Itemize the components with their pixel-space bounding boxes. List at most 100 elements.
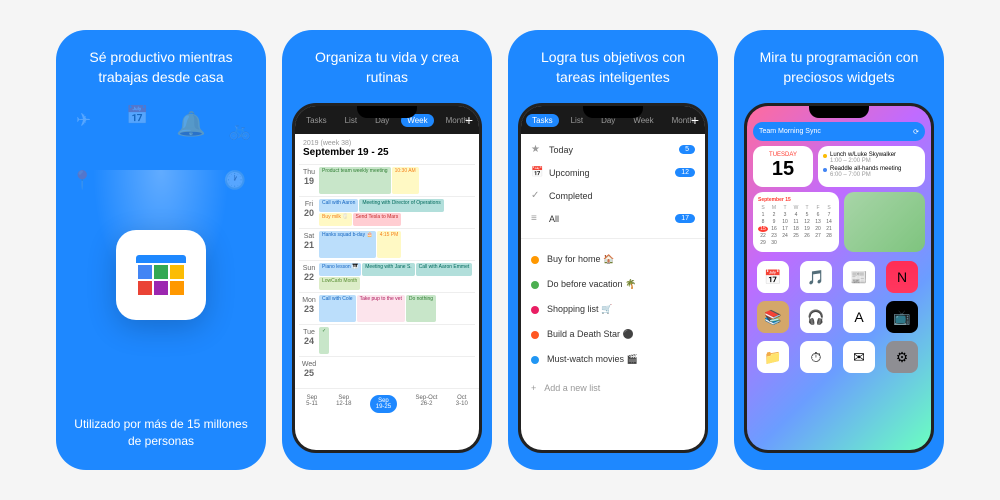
event[interactable]: Meeting with Jane S. — [362, 263, 414, 276]
week-option[interactable]: Oct3-10 — [456, 395, 468, 413]
smart-sections: ★Today5📅Upcoming12✓Completed≡All17 — [521, 134, 705, 234]
week-option[interactable]: Sep-Oct26-2 — [415, 395, 437, 413]
section-label: All — [549, 214, 559, 224]
day-row[interactable]: Wed25 — [299, 356, 475, 388]
clock-icon: 🕐 — [224, 170, 246, 191]
task-lists: Buy for home 🏠 Do before vacation 🌴 Shoppi… — [521, 243, 705, 376]
week-picker[interactable]: Sep5-11 Sep12-18 Sep19-25 Sep-Oct26-2 Oct3-1… — [295, 388, 479, 419]
promo-title: Sé productivo mientras trabajas desde ca… — [56, 30, 266, 99]
list-item[interactable]: Do before vacation 🌴 — [521, 272, 705, 297]
color-dot — [531, 281, 539, 289]
color-dot — [531, 356, 539, 364]
event-widget[interactable]: Team Morning Sync ⟳ — [753, 122, 925, 141]
app-tile[interactable]: ⚙ — [886, 341, 918, 373]
event[interactable]: Take pup to the vet — [357, 295, 405, 322]
add-button[interactable]: + — [465, 112, 473, 128]
calendar-card: Organiza tu vida y crea rutinas Tasks Li… — [282, 30, 492, 470]
event-dot — [823, 168, 827, 172]
widget-event: Readdle all-hands meeting6:00 – 7:00 PM — [823, 165, 920, 179]
event[interactable]: Hanks squad b-day 🎂 — [319, 231, 376, 258]
day-row[interactable]: Tue24✓ — [299, 324, 475, 356]
event[interactable]: Buy milk 🥛 — [319, 213, 352, 226]
list-item[interactable]: Build a Death Star ⚫ — [521, 322, 705, 347]
notch — [583, 106, 643, 118]
event[interactable]: Call with Aaron — [319, 199, 358, 212]
add-new-list[interactable]: + Add a new list — [521, 376, 705, 400]
promo-subtitle: Utilizado por más de 15 millones de pers… — [56, 416, 266, 450]
day-row[interactable]: Thu19Product team weekly meeting10:30 AM — [299, 164, 475, 196]
app-tile[interactable]: 📅 — [757, 261, 789, 293]
event[interactable]: 4:15 PM — [377, 231, 402, 258]
list-item[interactable]: Buy for home 🏠 — [521, 247, 705, 272]
week-option[interactable]: Sep12-18 — [336, 395, 351, 413]
event[interactable]: Call with Cole — [319, 295, 356, 322]
list-item[interactable]: Must-watch movies 🎬 — [521, 347, 705, 372]
count-badge: 5 — [679, 145, 695, 154]
list-label: Buy for home 🏠 — [547, 254, 614, 265]
event[interactable]: 10:30 AM — [392, 167, 419, 194]
week-option[interactable]: Sep5-11 — [306, 395, 318, 413]
day-label: Thu19 — [299, 167, 319, 194]
count-badge: 17 — [675, 214, 695, 223]
week-label: 2019 (week 38) — [303, 140, 471, 147]
app-tile[interactable]: ⏱ — [800, 341, 832, 373]
section-item[interactable]: ★Today5 — [521, 138, 705, 161]
count-badge: 12 — [675, 168, 695, 177]
tab-tasks[interactable]: Tasks — [526, 114, 558, 127]
widget-header: Team Morning Sync — [759, 128, 821, 135]
map-widget[interactable] — [844, 192, 925, 252]
bicycle-icon: 🚲 — [229, 120, 251, 141]
section-label: Completed — [549, 191, 593, 201]
day-row[interactable]: Mon23Call with ColeTake pup to the vetDo… — [299, 292, 475, 324]
event[interactable]: Call with Aaron Emmet — [416, 263, 473, 276]
date-widget[interactable]: Tuesday 15 — [753, 146, 813, 187]
section-label: Today — [549, 145, 573, 155]
widgets-card: Mira tu programación con preciosos widge… — [734, 30, 944, 470]
color-dot — [531, 306, 539, 314]
week-option[interactable]: Sep19-25 — [370, 395, 397, 413]
section-item[interactable]: ✓Completed — [521, 184, 705, 207]
app-tile[interactable]: N — [886, 261, 918, 293]
day-label: Tue24 — [299, 327, 319, 354]
list-item[interactable]: Shopping list 🛒 — [521, 297, 705, 322]
phone-mockup: Team Morning Sync ⟳ Tuesday 15 Lunch w/L… — [744, 103, 934, 453]
section-item[interactable]: ≡ All 17 — [521, 207, 705, 230]
tab-tasks[interactable]: Tasks — [300, 114, 332, 127]
app-tile[interactable]: A — [843, 301, 875, 333]
event[interactable]: Piano lesson 🎹 — [319, 263, 361, 276]
day-label: Wed25 — [299, 359, 319, 386]
app-tile[interactable]: 📰 — [843, 261, 875, 293]
add-new-label: Add a new list — [544, 383, 600, 393]
app-tile[interactable]: 📁 — [757, 341, 789, 373]
refresh-icon: ⟳ — [913, 128, 919, 136]
pin-icon: 📍 — [71, 170, 93, 191]
section-item[interactable]: 📅Upcoming12 — [521, 161, 705, 184]
app-tile[interactable]: 📺 — [886, 301, 918, 333]
widget-date-num: 15 — [759, 158, 807, 181]
phone-mockup: Tasks List Day Week Month + 2019 (week 3… — [292, 103, 482, 453]
day-row[interactable]: Sun22Piano lesson 🎹Meeting with Jane S.C… — [299, 260, 475, 292]
event[interactable]: Product team weekly meeting — [319, 167, 391, 194]
tasks-title: Logra tus objetivos con tareas inteligen… — [508, 30, 718, 99]
app-tile[interactable]: ✉ — [843, 341, 875, 373]
event[interactable]: ✓ — [319, 327, 329, 354]
app-tile[interactable]: 🎵 — [800, 261, 832, 293]
event[interactable]: LowCarb Month — [319, 277, 360, 290]
add-button[interactable]: + — [691, 112, 699, 128]
list-label: Do before vacation 🌴 — [547, 279, 636, 290]
calendar-title: Organiza tu vida y crea rutinas — [282, 30, 492, 99]
event-time: 1:00 – 2:00 PM — [830, 158, 896, 164]
mini-calendar-widget[interactable]: September 15 SMTWTFS12345678910111213141… — [753, 192, 839, 252]
color-dot — [531, 256, 539, 264]
section-icon: ≡ — [531, 213, 543, 224]
event[interactable]: Send Tesla to Mars — [353, 213, 402, 226]
plus-icon: + — [531, 383, 536, 393]
app-tile[interactable]: 📚 — [757, 301, 789, 333]
event[interactable]: Do nothing — [406, 295, 436, 322]
app-tile[interactable]: 🎧 — [800, 301, 832, 333]
calendar-icon: 📅 — [126, 105, 148, 126]
events-widget[interactable]: Lunch w/Luke Skywalker1:00 – 2:00 PMRead… — [818, 146, 925, 187]
event[interactable]: Meeting with Director of Operations — [359, 199, 443, 212]
day-row[interactable]: Sat21Hanks squad b-day 🎂4:15 PM — [299, 228, 475, 260]
day-row[interactable]: Fri20Call with AaronMeeting with Directo… — [299, 196, 475, 228]
